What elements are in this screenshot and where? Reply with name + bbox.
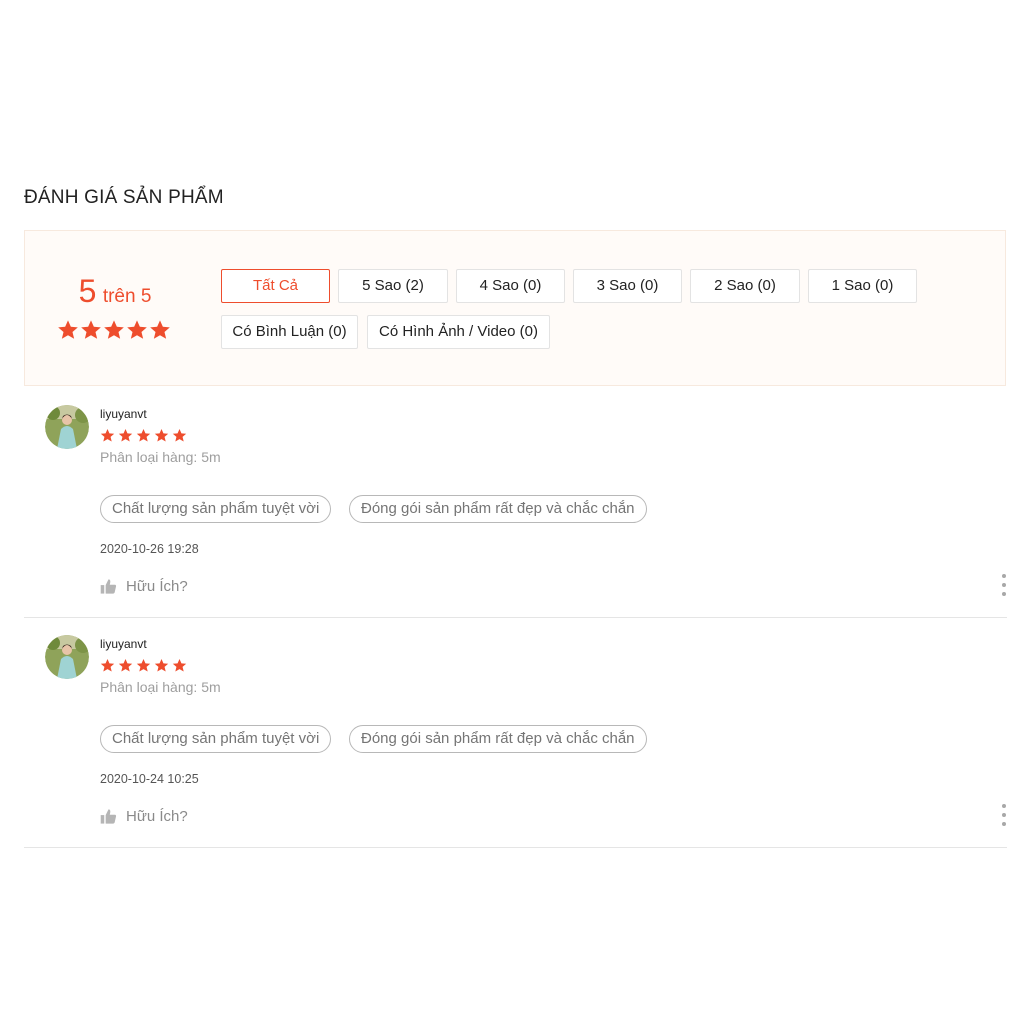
review-stars (100, 428, 187, 443)
more-vertical-icon[interactable] (1001, 574, 1007, 596)
review-timestamp: 2020-10-26 19:28 (100, 542, 199, 556)
rating-overview: 5 trên 5 Tất Cả 5 Sao (2) 4 Sao (0) 3 Sa… (24, 230, 1006, 386)
review-stars (100, 658, 187, 673)
review-item: liyuyanvt Phân loại hàng: 5m Chất lượng … (24, 618, 1007, 848)
star-icon (150, 320, 170, 339)
filter-4-stars[interactable]: 4 Sao (0) (456, 269, 565, 303)
thumbs-up-icon (100, 809, 117, 824)
review-tag: Chất lượng sản phẩm tuyệt vời (100, 725, 332, 753)
review-tag: Đóng gói sản phẩm rất đẹp và chắc chắn (349, 725, 647, 753)
star-icon (172, 428, 187, 442)
star-icon (100, 658, 115, 672)
filter-all[interactable]: Tất Cả (221, 269, 330, 303)
filter-3-stars[interactable]: 3 Sao (0) (573, 269, 682, 303)
page-title: ĐÁNH GIÁ SẢN PHẨM (24, 187, 224, 208)
star-icon (118, 658, 133, 672)
helpful-button[interactable]: Hữu Ích? (100, 808, 188, 825)
star-icon (136, 658, 151, 672)
score-suffix: trên 5 (102, 286, 152, 307)
review-variation: Phân loại hàng: 5m (100, 449, 221, 465)
review-tag: Đóng gói sản phẩm rất đẹp và chắc chắn (349, 495, 647, 523)
thumbs-up-icon (100, 579, 117, 594)
filter-with-comment[interactable]: Có Bình Luận (0) (221, 315, 358, 349)
star-icon (58, 320, 78, 339)
star-icon (118, 428, 133, 442)
star-icon (127, 320, 147, 339)
filter-5-stars[interactable]: 5 Sao (2) (338, 269, 448, 303)
more-vertical-icon[interactable] (1001, 804, 1007, 826)
helpful-button[interactable]: Hữu Ích? (100, 578, 188, 595)
user-avatar[interactable] (45, 635, 89, 679)
star-icon (136, 428, 151, 442)
overall-score: 5 trên 5 (55, 273, 175, 310)
star-icon (172, 658, 187, 672)
filter-2-stars[interactable]: 2 Sao (0) (690, 269, 800, 303)
star-icon (154, 658, 169, 672)
review-username[interactable]: liyuyanvt (100, 407, 147, 421)
overall-stars (57, 319, 171, 341)
star-icon (81, 320, 101, 339)
user-avatar[interactable] (45, 405, 89, 449)
filter-1-star[interactable]: 1 Sao (0) (808, 269, 917, 303)
score-value: 5 (78, 273, 97, 309)
review-timestamp: 2020-10-24 10:25 (100, 772, 199, 786)
review-item: liyuyanvt Phân loại hàng: 5m Chất lượng … (24, 388, 1007, 618)
review-tag: Chất lượng sản phẩm tuyệt vời (100, 495, 332, 523)
star-icon (154, 428, 169, 442)
helpful-label: Hữu Ích? (126, 808, 188, 825)
review-variation: Phân loại hàng: 5m (100, 679, 221, 695)
filter-with-media[interactable]: Có Hình Ảnh / Video (0) (367, 315, 550, 349)
star-icon (100, 428, 115, 442)
star-icon (104, 320, 124, 339)
helpful-label: Hữu Ích? (126, 578, 188, 595)
review-username[interactable]: liyuyanvt (100, 637, 147, 651)
